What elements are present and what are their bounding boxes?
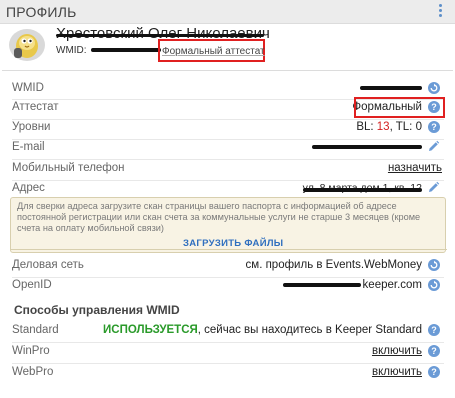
levels-row-label: Уровни bbox=[12, 121, 51, 133]
assign-phone-link[interactable]: назначить bbox=[388, 162, 442, 174]
upload-files-button[interactable]: ЗАГРУЗИТЬ ФАЙЛЫ bbox=[183, 238, 283, 249]
profile-header: ПРОФИЛЬ bbox=[0, 0, 455, 24]
tl-value: 0 bbox=[415, 121, 422, 133]
more-vert-icon[interactable] bbox=[439, 4, 443, 20]
address-value: ул. 8 марта дом 1, кв. 12 bbox=[302, 182, 422, 194]
email-row-label: E-mail bbox=[12, 141, 45, 153]
row-business-network: Деловая сеть см. профиль в Events.WebMon… bbox=[12, 257, 442, 275]
enable-winpro-link[interactable]: включить bbox=[372, 345, 422, 357]
row-standard: Standard ИСПОЛЬЗУЕТСЯ, сейчас вы находит… bbox=[12, 322, 442, 340]
openid-row-label: OpenID bbox=[12, 279, 52, 291]
wmid-line: WMID: bbox=[56, 45, 161, 56]
row-address: Адрес ул. 8 марта дом 1, кв. 12 bbox=[12, 180, 442, 198]
redaction-bar bbox=[56, 34, 264, 37]
address-verification-notice: Для сверки адреса загрузите скан страниц… bbox=[10, 197, 447, 253]
redaction-bar bbox=[302, 188, 422, 192]
row-levels: Уровни BL: 13, TL: 0 ? bbox=[12, 119, 442, 137]
help-icon[interactable]: ? bbox=[428, 324, 440, 336]
help-icon[interactable]: ? bbox=[428, 121, 440, 133]
attestat-row-label: Аттестат bbox=[12, 101, 59, 113]
refresh-icon[interactable] bbox=[428, 82, 440, 94]
wmid-row-label: WMID bbox=[12, 82, 44, 94]
address-row-label: Адрес bbox=[12, 182, 45, 194]
refresh-icon[interactable] bbox=[428, 279, 440, 291]
edit-pencil-icon[interactable] bbox=[427, 140, 440, 153]
row-openid: OpenID keeper.com bbox=[12, 277, 442, 295]
edit-pencil-icon[interactable] bbox=[427, 181, 440, 194]
email-value bbox=[312, 141, 422, 153]
wmid-value bbox=[360, 82, 422, 94]
management-section-title: Способы управления WMID bbox=[14, 303, 180, 317]
standard-label: Standard bbox=[12, 324, 59, 336]
webpro-label: WebPro bbox=[12, 366, 54, 378]
openid-value: keeper.com bbox=[282, 279, 422, 291]
refresh-icon[interactable] bbox=[428, 259, 440, 271]
page-title: ПРОФИЛЬ bbox=[6, 4, 77, 20]
avatar-icon bbox=[9, 29, 45, 61]
row-webpro: WebPro включить ? bbox=[12, 364, 442, 382]
winpro-label: WinPro bbox=[12, 345, 50, 357]
enable-webpro-link[interactable]: включить bbox=[372, 366, 422, 378]
notice-text: Для сверки адреса загрузите скан страниц… bbox=[17, 201, 421, 233]
help-icon[interactable]: ? bbox=[428, 345, 440, 357]
levels-value: BL: 13, TL: 0 bbox=[356, 121, 422, 133]
phone-row-label: Мобильный телефон bbox=[12, 162, 125, 174]
redaction-bar bbox=[90, 48, 161, 53]
row-email: E-mail bbox=[12, 139, 442, 157]
attestat-badge[interactable]: Формальный аттестат bbox=[162, 46, 265, 57]
attestat-value-highlight bbox=[354, 97, 445, 118]
divider bbox=[11, 249, 447, 250]
avatar[interactable] bbox=[8, 28, 46, 62]
standard-status: ИСПОЛЬЗУЕТСЯ, сейчас вы находитесь в Kee… bbox=[103, 324, 422, 336]
business-row-label: Деловая сеть bbox=[12, 259, 84, 271]
row-winpro: WinPro включить ? bbox=[12, 343, 442, 361]
bl-value: 13 bbox=[376, 121, 390, 133]
business-value[interactable]: см. профиль в Events.WebMoney bbox=[246, 259, 422, 271]
wmid-label: WMID: bbox=[56, 45, 87, 56]
help-icon[interactable]: ? bbox=[428, 366, 440, 378]
row-wmid: WMID bbox=[12, 80, 442, 98]
in-use-status: ИСПОЛЬЗУЕТСЯ bbox=[103, 324, 198, 336]
row-phone: Мобильный телефон назначить bbox=[12, 160, 442, 178]
